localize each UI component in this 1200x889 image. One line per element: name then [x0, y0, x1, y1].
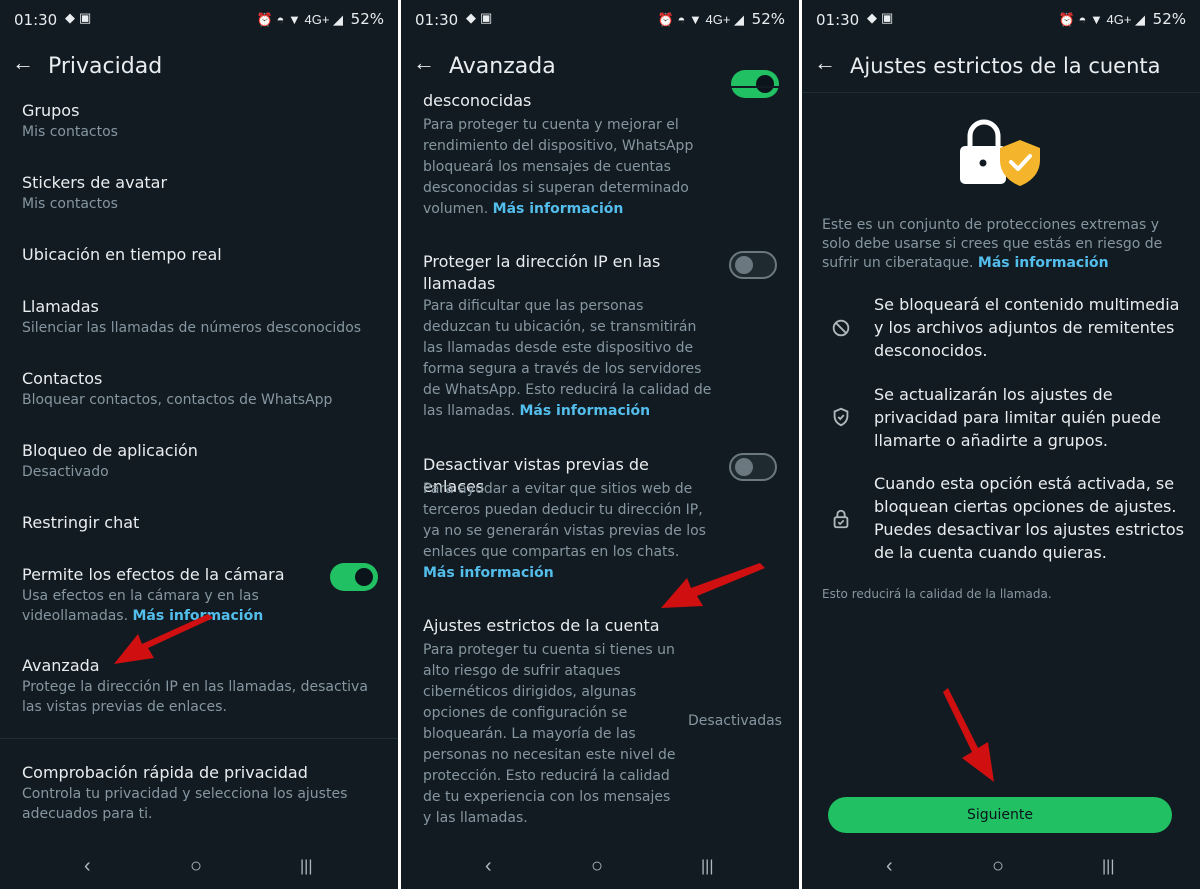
- app-bar: ← Privacidad: [0, 46, 398, 86]
- more-info-link[interactable]: Más información: [978, 255, 1109, 271]
- quality-note: Esto reducirá la calidad de la llamada.: [822, 587, 1052, 601]
- feature-item: Se bloqueará el contenido multimedia y l…: [874, 295, 1180, 360]
- setting-protect-ip[interactable]: Proteger la dirección IP en las llamadas: [423, 251, 699, 295]
- setting-strict-account[interactable]: Ajustes estrictos de la cuenta: [423, 615, 777, 637]
- settings-item-app-lock[interactable]: Bloqueo de aplicación Desactivado: [22, 440, 376, 482]
- lock-shield-illustration-icon: [960, 119, 1040, 186]
- page-title: Privacidad: [48, 54, 163, 79]
- system-nav-bar: ‹ ○ |||: [802, 845, 1200, 889]
- block-icon: [832, 319, 850, 337]
- settings-item-advanced[interactable]: Avanzada Protege la dirección IP en las …: [22, 655, 376, 717]
- nav-recents-icon[interactable]: |||: [300, 858, 312, 876]
- more-info-link[interactable]: Más información: [423, 565, 554, 581]
- unknown-accounts-description: Para proteger tu cuenta y mejorar el ren…: [423, 117, 694, 217]
- status-icons: ⏰ ◓ ▼ 4G+ ◢ 52%: [256, 10, 384, 28]
- app-bar: ← Ajustes estrictos de la cuenta: [802, 46, 1200, 86]
- more-info-link[interactable]: Más información: [493, 201, 624, 217]
- back-arrow-icon[interactable]: ←: [413, 50, 435, 76]
- nav-back-icon[interactable]: ‹: [485, 855, 492, 878]
- settings-item-privacy-checkup[interactable]: Comprobación rápida de privacidad Contro…: [22, 762, 376, 824]
- strict-account-status: Desactivadas: [688, 713, 782, 729]
- feature-item: Se actualizarán los ajustes de privacida…: [874, 385, 1161, 450]
- notification-icons: ◆▣: [65, 10, 96, 25]
- annotation-arrow-icon: [943, 688, 994, 782]
- privacy-screen: 01:30 ◆▣ ⏰ ◓ ▼ 4G+ ◢ 52% ← Privacidad Gr…: [0, 0, 398, 889]
- link-previews-toggle[interactable]: [729, 453, 777, 481]
- more-info-link[interactable]: Más información: [519, 403, 650, 419]
- nav-home-icon[interactable]: ○: [591, 855, 603, 878]
- nav-back-icon[interactable]: ‹: [886, 855, 893, 878]
- next-button[interactable]: Siguiente: [828, 797, 1172, 833]
- system-nav-bar: ‹ ○ |||: [0, 845, 398, 889]
- settings-item-contacts[interactable]: Contactos Bloquear contactos, contactos …: [22, 368, 376, 410]
- strict-account-description: Para proteger tu cuenta si tienes un alt…: [423, 642, 676, 826]
- lock-check-icon: [833, 509, 849, 529]
- status-icons: ⏰ ◓ ▼ 4G+ ◢ 52%: [1058, 10, 1186, 28]
- settings-item-groups[interactable]: Grupos Mis contactos: [22, 100, 376, 142]
- toggle-knob: [735, 458, 753, 476]
- back-arrow-icon[interactable]: ←: [814, 50, 836, 76]
- settings-item-live-location[interactable]: Ubicación en tiempo real: [22, 244, 376, 266]
- status-bar: 01:30 ◆▣ ⏰ ◓ ▼ 4G+ ◢ 52%: [802, 0, 1200, 38]
- protect-ip-toggle[interactable]: [729, 251, 777, 279]
- strict-account-screen: 01:30 ◆▣ ⏰ ◓ ▼ 4G+ ◢ 52% ← Ajustes estri…: [802, 0, 1200, 889]
- system-nav-bar: ‹ ○ |||: [401, 845, 799, 889]
- nav-home-icon[interactable]: ○: [190, 855, 202, 878]
- back-arrow-icon[interactable]: ←: [12, 50, 34, 76]
- status-time: 01:30: [415, 11, 459, 29]
- nav-recents-icon[interactable]: |||: [701, 858, 713, 876]
- notification-icons: ◆▣: [466, 10, 497, 25]
- protect-ip-description: Para dificultar que las personas deduzca…: [423, 298, 712, 419]
- nav-back-icon[interactable]: ‹: [84, 855, 91, 878]
- shield-check-icon: [833, 407, 849, 427]
- advanced-screen: 01:30 ◆▣ ⏰ ◓ ▼ 4G+ ◢ 52% ← Avanzada desc…: [401, 0, 799, 889]
- status-time: 01:30: [14, 11, 58, 29]
- app-bar-divider: [802, 92, 1200, 93]
- status-time: 01:30: [816, 11, 860, 29]
- intro-text: Este es un conjunto de protecciones extr…: [822, 217, 1163, 271]
- status-bar: 01:30 ◆▣ ⏰ ◓ ▼ 4G+ ◢ 52%: [0, 0, 398, 38]
- settings-item-calls[interactable]: Llamadas Silenciar las llamadas de númer…: [22, 296, 376, 338]
- camera-effects-toggle[interactable]: [330, 563, 378, 591]
- more-info-link[interactable]: Más información: [132, 608, 263, 624]
- settings-item-restrict-chat[interactable]: Restringir chat: [22, 512, 376, 534]
- section-divider: [0, 738, 398, 739]
- page-title: Avanzada: [449, 54, 556, 79]
- feature-item: Cuando esta opción está activada, se blo…: [874, 474, 1184, 562]
- settings-item-camera-effects[interactable]: Permite los efectos de la cámara Usa efe…: [22, 564, 318, 626]
- nav-recents-icon[interactable]: |||: [1102, 858, 1114, 876]
- toggle-knob: [355, 568, 373, 586]
- settings-item-avatar-stickers[interactable]: Stickers de avatar Mis contactos: [22, 172, 376, 214]
- link-previews-description: Para ayudar a evitar que sitios web de t…: [423, 481, 706, 581]
- nav-home-icon[interactable]: ○: [992, 855, 1004, 878]
- status-bar: 01:30 ◆▣ ⏰ ◓ ▼ 4G+ ◢ 52%: [401, 0, 799, 38]
- toggle-knob: [735, 256, 753, 274]
- notification-icons: ◆▣: [867, 10, 898, 25]
- status-icons: ⏰ ◓ ▼ 4G+ ◢ 52%: [657, 10, 785, 28]
- setting-block-unknown-accounts[interactable]: desconocidas: [423, 90, 777, 112]
- page-title: Ajustes estrictos de la cuenta: [850, 54, 1161, 78]
